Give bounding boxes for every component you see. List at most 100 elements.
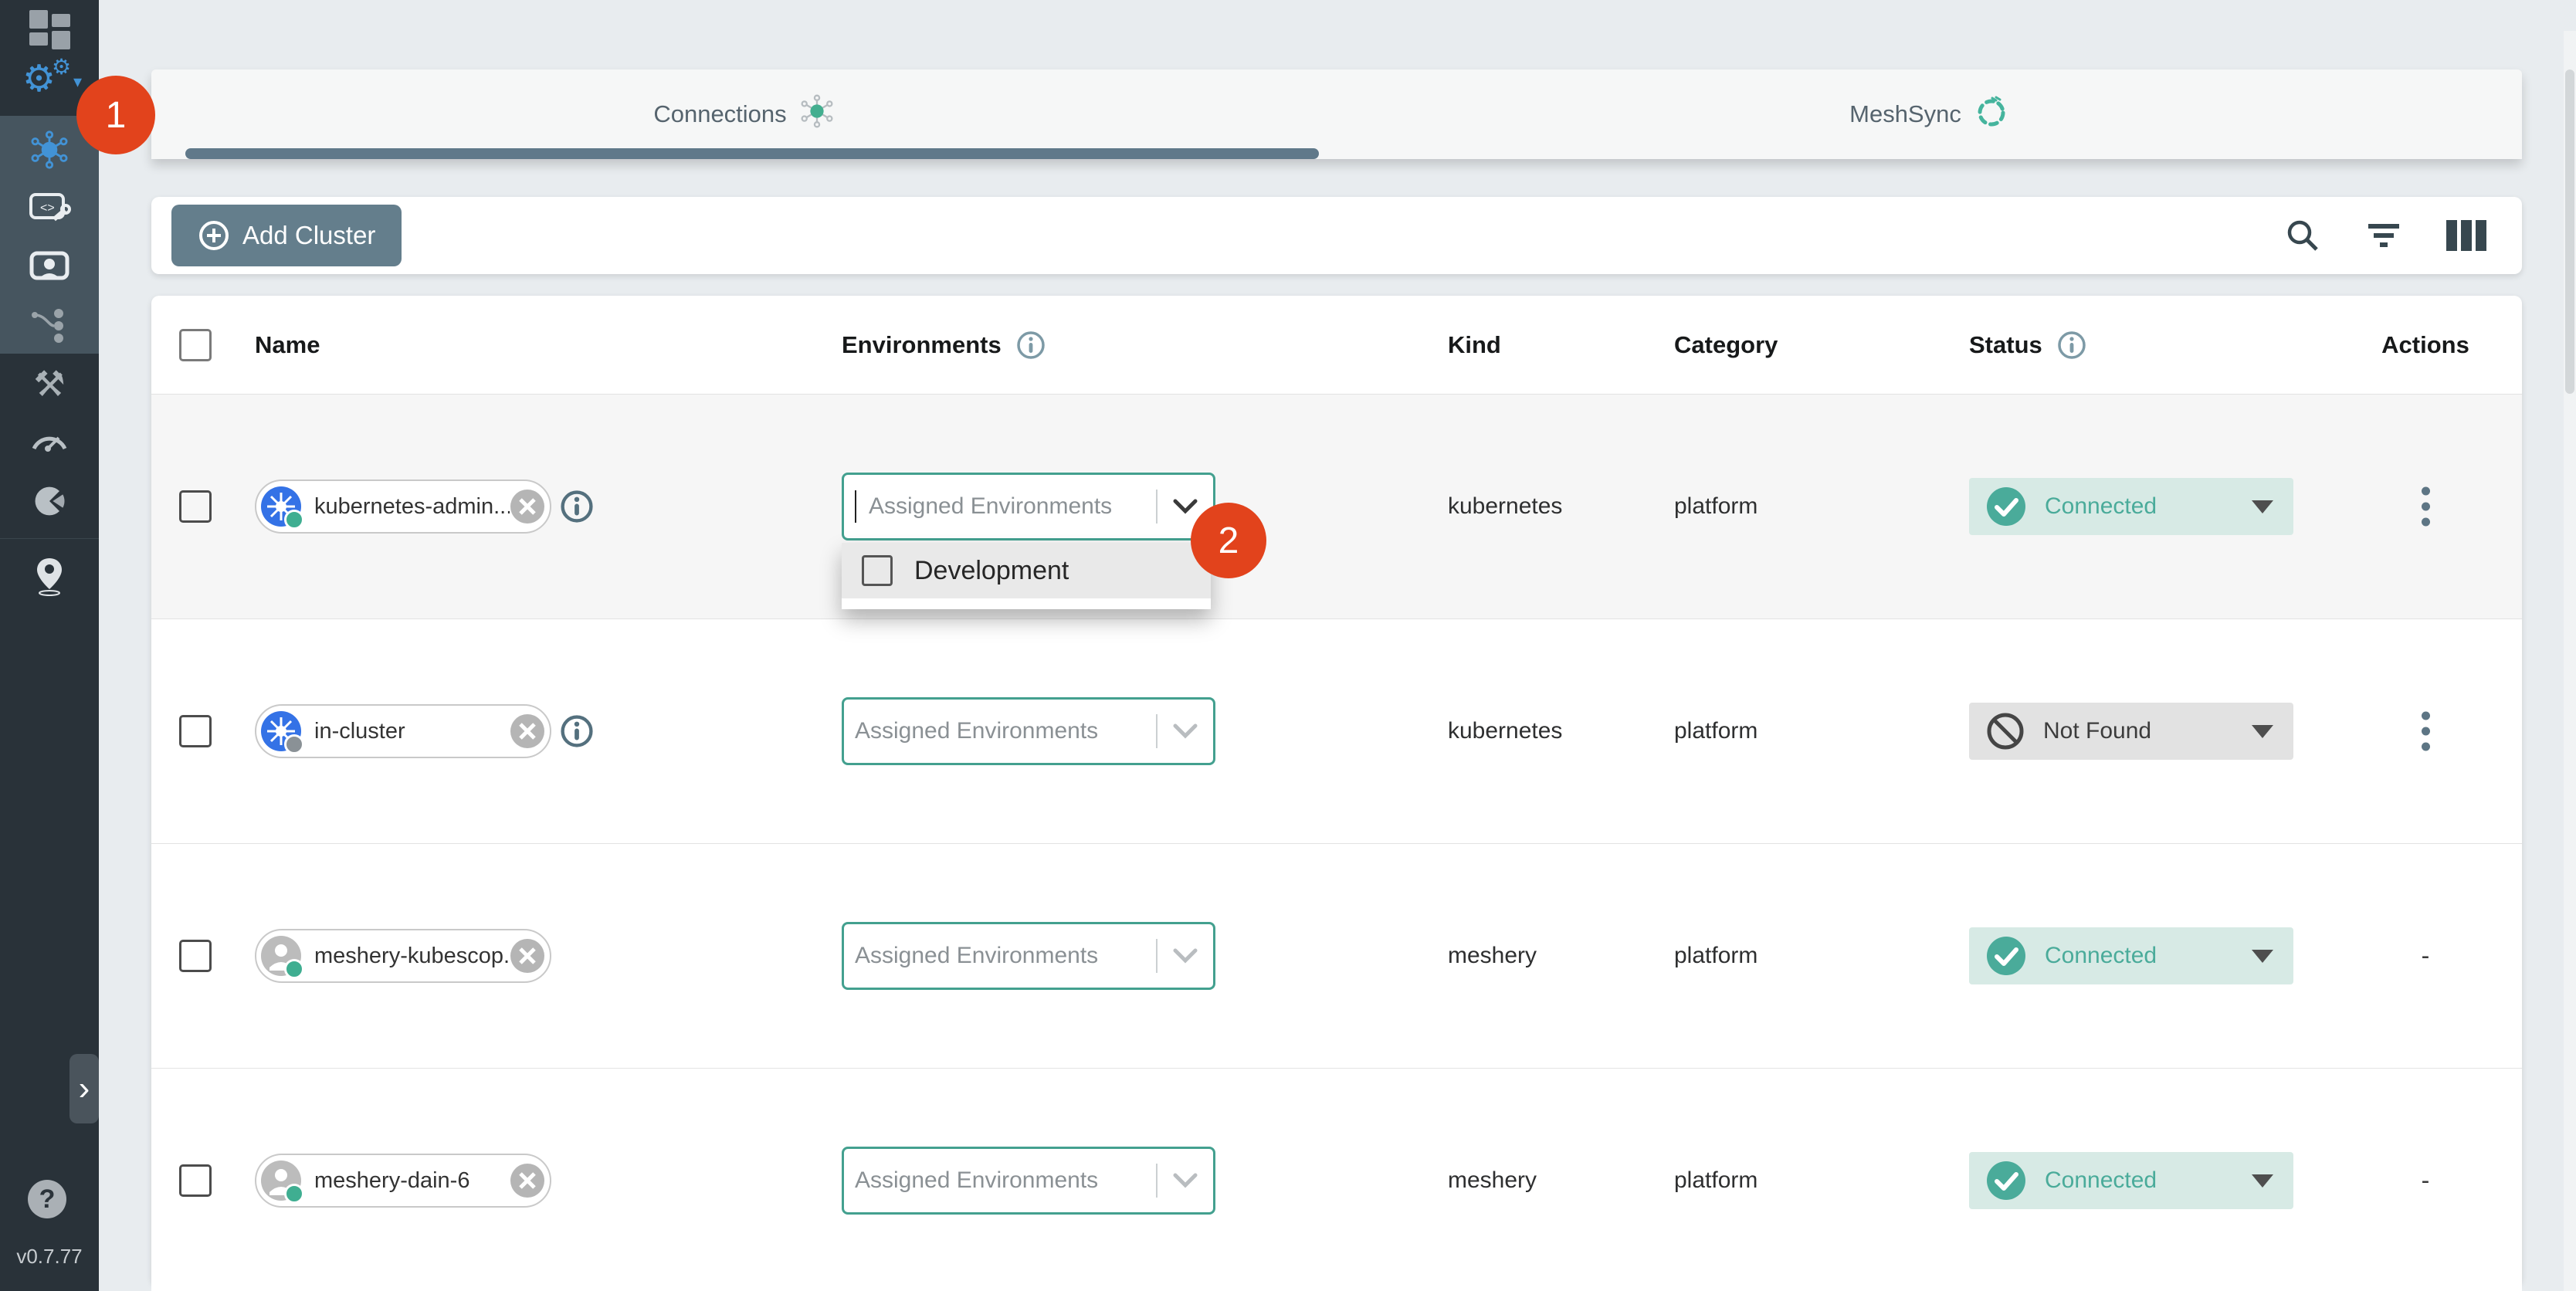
remove-connection-icon[interactable] (510, 489, 545, 524)
option-checkbox[interactable] (862, 555, 893, 586)
toolbar-card: Add Cluster (151, 197, 2522, 274)
kind-cell: meshery (1448, 943, 1537, 969)
connection-info-icon[interactable] (559, 713, 595, 749)
text-cursor (855, 490, 856, 523)
status-header-label: Status (1969, 331, 2042, 359)
remove-connection-icon[interactable] (510, 1163, 545, 1198)
tab-connections[interactable]: Connections (151, 69, 1337, 159)
environments-header-label: Environments (842, 331, 1002, 359)
chevron-down-icon: ▾ (73, 72, 82, 92)
connection-info-icon[interactable] (559, 489, 595, 524)
select-divider (1156, 1164, 1158, 1198)
row-checkbox[interactable] (179, 940, 212, 972)
kind-cell: kubernetes (1448, 493, 1562, 520)
select-divider (1156, 490, 1158, 524)
environments-placeholder: Assigned Environments (869, 493, 1156, 520)
category-cell: platform (1674, 718, 1757, 744)
vertical-scrollbar[interactable] (2564, 31, 2576, 1291)
scrollbar-thumb[interactable] (2565, 69, 2574, 394)
sidebar-divider (0, 538, 99, 539)
environments-placeholder: Assigned Environments (855, 1167, 1156, 1194)
info-icon[interactable] (2056, 330, 2087, 361)
sidebar-item-service-mesh[interactable] (0, 298, 99, 357)
filter-icon[interactable] (2366, 220, 2401, 251)
environment-option-development[interactable]: Development (842, 543, 1211, 598)
sidebar-item-performance[interactable] (0, 412, 99, 467)
info-icon[interactable] (1015, 330, 1046, 361)
row-menu-icon[interactable] (2417, 707, 2435, 756)
tab-bar: Connections MeshSync (151, 69, 2522, 159)
sidebar-item-configuration[interactable]: ⚒ (0, 356, 99, 412)
connection-name-chip[interactable]: kubernetes-admin... (255, 479, 551, 534)
remove-connection-icon[interactable] (510, 938, 545, 974)
status-chip-connected[interactable]: Connected (1969, 927, 2293, 984)
chevron-down-icon[interactable] (1173, 499, 1198, 514)
chevron-down-icon[interactable] (1173, 948, 1198, 964)
actions-cell: - (2383, 1167, 2468, 1195)
connections-table: Name Environments Kind Category Status A… (151, 296, 2522, 1285)
chevron-down-icon[interactable] (1173, 1173, 1198, 1188)
check-circle-icon (1986, 486, 2026, 527)
app-version: v0.7.77 (0, 1245, 99, 1269)
column-header-status[interactable]: Status (1969, 330, 2087, 361)
connection-name-chip[interactable]: in-cluster (255, 704, 551, 758)
user-avatar-icon (260, 935, 302, 977)
environments-select[interactable]: Assigned Environments (842, 922, 1215, 990)
status-caret-icon (2252, 500, 2273, 513)
select-divider (1156, 714, 1158, 748)
select-all-checkbox[interactable] (179, 329, 212, 361)
column-header-environments[interactable]: Environments (842, 330, 1046, 361)
table-row: meshery-kubescop... Assigned Environment… (151, 843, 2522, 1068)
sidebar-item-dashboard[interactable] (0, 0, 99, 56)
status-chip-connected[interactable]: Connected (1969, 478, 2293, 535)
connections-mesh-icon (29, 130, 69, 174)
column-header-kind[interactable]: Kind (1448, 331, 1501, 359)
crossed-tools-icon: ⚒ (33, 363, 65, 405)
connection-name-chip[interactable]: meshery-dain-6 (255, 1154, 551, 1208)
chevron-down-icon[interactable] (1173, 723, 1198, 739)
remove-connection-icon[interactable] (510, 713, 545, 749)
category-cell: platform (1674, 943, 1757, 969)
add-cluster-button[interactable]: Add Cluster (171, 205, 402, 266)
no-actions-dash: - (2422, 1167, 2430, 1195)
table-header-row: Name Environments Kind Category Status A… (151, 296, 2522, 394)
actions-cell (2383, 707, 2468, 756)
sidebar-item-adapters[interactable]: <> (0, 181, 99, 239)
kind-cell: meshery (1448, 1167, 1537, 1194)
connection-name: meshery-dain-6 (314, 1168, 510, 1194)
status-label: Connected (2045, 943, 2157, 969)
blocked-circle-icon (1986, 712, 2025, 751)
sidebar-expand-handle[interactable]: › (69, 1054, 99, 1123)
sidebar-item-remote-session[interactable] (0, 239, 99, 298)
tab-meshsync[interactable]: MeshSync (1337, 69, 2522, 159)
view-columns-icon[interactable] (2446, 220, 2486, 251)
column-header-category[interactable]: Category (1674, 331, 1778, 359)
sidebar-item-extensions[interactable] (0, 475, 99, 530)
help-button[interactable]: ? (28, 1180, 66, 1218)
add-cluster-label: Add Cluster (242, 221, 375, 250)
row-checkbox[interactable] (179, 490, 212, 523)
environments-select[interactable]: Assigned Environments (842, 473, 1215, 540)
connection-name: in-cluster (314, 719, 510, 744)
extensions-pie-icon (29, 481, 69, 525)
search-icon[interactable] (2284, 217, 2321, 254)
tab-meshsync-label: MeshSync (1849, 100, 1961, 128)
environments-placeholder: Assigned Environments (855, 943, 1156, 969)
status-dot (284, 734, 304, 754)
connection-name: meshery-kubescop... (314, 944, 510, 969)
connection-name-chip[interactable]: meshery-kubescop... (255, 929, 551, 983)
row-menu-icon[interactable] (2417, 483, 2435, 531)
status-chip-not-found[interactable]: Not Found (1969, 703, 2293, 760)
status-dot (284, 510, 304, 530)
sidebar-item-get-involved[interactable] (0, 551, 99, 606)
column-header-actions: Actions (2375, 331, 2476, 359)
row-checkbox[interactable] (179, 1164, 212, 1197)
column-header-name[interactable]: Name (255, 331, 320, 359)
environments-select[interactable]: Assigned Environments (842, 1147, 1215, 1215)
status-chip-connected[interactable]: Connected (1969, 1152, 2293, 1209)
row-checkbox[interactable] (179, 715, 212, 747)
environments-select[interactable]: Assigned Environments (842, 697, 1215, 765)
option-label: Development (914, 556, 1069, 586)
connection-name: kubernetes-admin... (314, 494, 510, 520)
check-circle-icon (1986, 936, 2026, 976)
